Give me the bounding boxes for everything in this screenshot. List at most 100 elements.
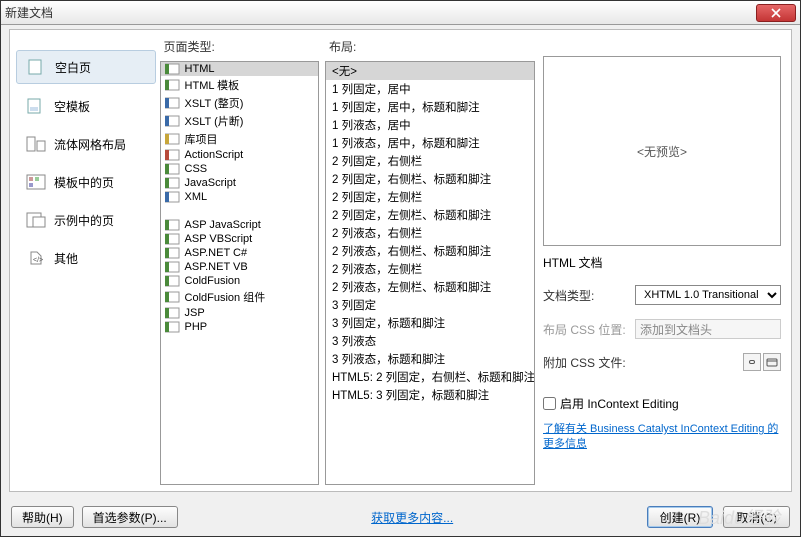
layout-item[interactable]: 2 列液态，右侧栏 [326,224,534,242]
layout-item[interactable]: 2 列固定，左侧栏、标题和脚注 [326,206,534,224]
preview-box: <无预览> [543,56,781,246]
layout-item[interactable]: 2 列固定，右侧栏 [326,152,534,170]
file-icon [165,191,181,203]
pagetype-label: ColdFusion [185,275,241,287]
file-icon [165,321,181,333]
file-icon [165,63,181,75]
file-icon [165,115,181,127]
layout-item[interactable]: 3 列液态，标题和脚注 [326,350,534,368]
attachcss-label: 附加 CSS 文件: [543,354,631,371]
layout-item[interactable]: 2 列液态，左侧栏 [326,260,534,278]
layout-item[interactable]: 1 列液态，居中 [326,116,534,134]
layout-item[interactable]: 2 列液态，右侧栏、标题和脚注 [326,242,534,260]
pagetype-label: ColdFusion 组件 [185,289,266,305]
pagetype-item[interactable]: ASP JavaScript [161,218,318,232]
layout-item[interactable]: 2 列液态，左侧栏、标题和脚注 [326,278,534,296]
pagetype-item[interactable]: 库项目 [161,130,318,148]
file-icon [165,219,181,231]
layout-item[interactable]: HTML5: 2 列固定，右侧栏、标题和脚注 [326,368,534,386]
more-content-link[interactable]: 获取更多内容... [371,509,453,526]
pagetype-label: CSS [185,163,208,175]
create-button[interactable]: 创建(R) [647,506,714,528]
pagetype-label: HTML [185,63,215,75]
pagetype-item[interactable]: ColdFusion [161,274,318,288]
help-button[interactable]: 帮助(H) [11,506,74,528]
layout-header: 布局: [325,36,535,57]
close-icon [771,8,781,18]
pagetype-item[interactable]: HTML [161,62,318,76]
category-blank[interactable]: 空白页 [16,50,156,84]
pagetype-label: JavaScript [185,177,236,189]
pagetype-label: PHP [185,321,208,333]
category-label: 示例中的页 [54,212,114,229]
pagetype-label: ASP JavaScript [185,219,261,231]
layout-item[interactable]: 1 列固定，居中 [326,80,534,98]
browse-css-icon[interactable] [763,353,781,371]
pagetype-label: ActionScript [185,149,244,161]
dialog-footer: 帮助(H) 首选参数(P)... 获取更多内容... 创建(R) 取消(C) [11,506,790,528]
file-icon [165,133,181,145]
category-label: 空白页 [55,59,91,76]
layout-item[interactable]: 3 列固定，标题和脚注 [326,314,534,332]
file-icon [165,163,181,175]
cancel-button[interactable]: 取消(C) [723,506,790,528]
csspos-label: 布局 CSS 位置: [543,321,631,338]
pagetype-item[interactable]: ActionScript [161,148,318,162]
window-title: 新建文档 [5,4,756,21]
layout-item[interactable]: 1 列固定，居中，标题和脚注 [326,98,534,116]
pagetype-item[interactable]: ASP VBScript [161,232,318,246]
pagetype-header: 页面类型: [160,36,319,57]
blanktpl-icon [24,96,48,116]
pagetype-label: 库项目 [185,131,218,147]
pagetype-label: JSP [185,307,205,319]
incontext-link[interactable]: 了解有关 Business Catalyst InContext Editing… [543,422,781,453]
dialog-content: 空白页空模板流体网格布局模板中的页示例中的页</>其他 页面类型: HTMLHT… [9,29,792,492]
pagetype-label: ASP.NET VB [185,261,248,273]
category-blanktpl[interactable]: 空模板 [16,90,156,122]
pagetype-item[interactable]: XSLT (片断) [161,112,318,130]
pagetype-item[interactable]: HTML 模板 [161,76,318,94]
category-column: 空白页空模板流体网格布局模板中的页示例中的页 </>其他 [16,36,156,485]
doctype-select[interactable]: XHTML 1.0 Transitional [635,285,781,305]
layout-item[interactable]: <无> [326,62,534,80]
layout-item[interactable]: 2 列固定，右侧栏、标题和脚注 [326,170,534,188]
link-css-icon[interactable] [743,353,761,371]
file-icon [165,233,181,245]
layout-list[interactable]: <无>1 列固定，居中1 列固定，居中，标题和脚注1 列液态，居中1 列液态，居… [325,61,535,485]
fluid-icon [24,134,48,154]
pagetype-list[interactable]: HTMLHTML 模板XSLT (整页)XSLT (片断)库项目 ActionSc… [160,61,319,485]
category-other[interactable]: </>其他 [16,242,156,274]
doctype-label: 文档类型: [543,287,631,304]
pagetype-item[interactable]: ColdFusion 组件 [161,288,318,306]
layout-item[interactable]: 3 列固定 [326,296,534,314]
pagetype-item[interactable]: ASP.NET C# [161,246,318,260]
pagetype-item[interactable]: JavaScript [161,176,318,190]
layout-item[interactable]: 3 列液态 [326,332,534,350]
layout-column: 布局: <无>1 列固定，居中1 列固定，居中，标题和脚注1 列液态，居中1 列… [325,36,535,485]
file-icon [165,79,181,91]
doctype-row: 文档类型: XHTML 1.0 Transitional [543,285,781,305]
attachcss-row: 附加 CSS 文件: [543,353,781,371]
incontext-checkbox[interactable] [543,397,556,410]
pagetype-label: ASP VBScript [185,233,253,245]
incontext-label: 启用 InContext Editing [560,395,679,412]
layout-item[interactable]: 1 列液态，居中，标题和脚注 [326,134,534,152]
pagetype-item[interactable]: XML [161,190,318,204]
category-fluid[interactable]: 流体网格布局 [16,128,156,160]
preview-caption: HTML 文档 [543,254,781,271]
layout-item[interactable]: 2 列固定，左侧栏 [326,188,534,206]
prefs-button[interactable]: 首选参数(P)... [82,506,178,528]
file-icon [165,247,181,259]
file-icon [165,97,181,109]
close-button[interactable] [756,4,796,22]
pagetype-item[interactable]: XSLT (整页) [161,94,318,112]
layout-item[interactable]: HTML5: 3 列固定，标题和脚注 [326,386,534,404]
file-icon [165,177,181,189]
category-tplpage[interactable]: 模板中的页 [16,166,156,198]
category-samplepage[interactable]: 示例中的页 [16,204,156,236]
pagetype-item[interactable]: JSP [161,306,318,320]
file-icon [165,261,181,273]
pagetype-item[interactable]: ASP.NET VB [161,260,318,274]
pagetype-item[interactable]: PHP [161,320,318,334]
pagetype-item[interactable]: CSS [161,162,318,176]
